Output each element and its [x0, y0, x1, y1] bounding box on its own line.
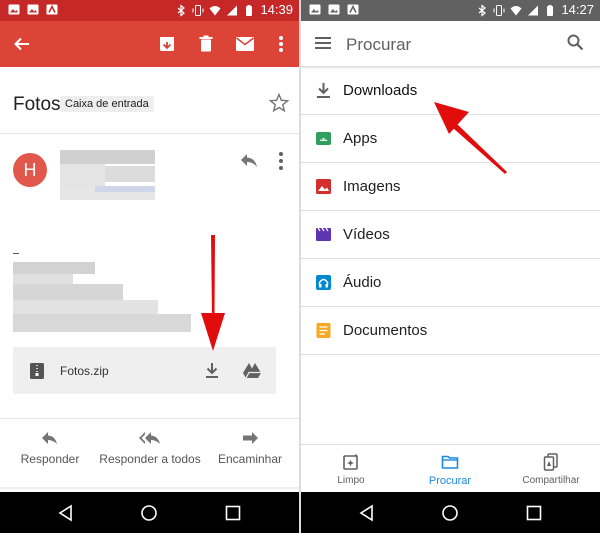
status-bar: 14:27: [301, 0, 600, 21]
files-toolbar: Procurar: [301, 21, 600, 67]
email-subject: Fotos: [13, 94, 61, 115]
gmail-toolbar: [0, 21, 299, 67]
flag-icon: [46, 4, 58, 15]
archive-icon[interactable]: [155, 32, 179, 56]
folder-icon: [441, 455, 459, 469]
reply-all-button[interactable]: Responder a todos: [97, 430, 203, 466]
list-item-label: Documentos: [343, 322, 428, 339]
home-nav-icon[interactable]: [441, 504, 459, 522]
image-icon: [309, 4, 321, 15]
list-item-images[interactable]: Imagens: [301, 163, 600, 211]
gmail-screen: 14:39 Fotos Caixa de entrada H Fotos.zip…: [0, 0, 299, 533]
status-bar: 14:39: [0, 0, 299, 21]
attachment-name: Fotos.zip: [60, 364, 109, 378]
tab-clean[interactable]: Limpo: [325, 453, 377, 486]
divider: [0, 418, 299, 419]
home-nav-icon[interactable]: [140, 504, 158, 522]
navigation-bar: [0, 492, 299, 533]
files-screen: 14:27 Procurar Downloads Apps Imagens Ví…: [301, 0, 600, 533]
star-icon[interactable]: [269, 93, 289, 113]
wifi-icon: [209, 5, 221, 15]
forward-label: Encaminhar: [217, 452, 283, 466]
battery-icon: [547, 4, 554, 16]
reply-all-label: Responder a todos: [99, 452, 201, 466]
clean-icon: [343, 453, 358, 470]
trash-icon[interactable]: [194, 32, 218, 56]
list-item-audio[interactable]: Áudio: [301, 259, 600, 307]
tab-label: Limpo: [337, 475, 365, 486]
recents-nav-icon[interactable]: [525, 504, 543, 522]
list-item-label: Áudio: [343, 274, 382, 291]
bluetooth-icon: [178, 3, 186, 17]
list-item-label: Downloads: [343, 82, 418, 99]
android-icon: [316, 132, 331, 145]
download-icon[interactable]: [205, 362, 219, 379]
avatar[interactable]: H: [13, 153, 47, 187]
list-item-apps[interactable]: Apps: [301, 115, 600, 163]
tab-share[interactable]: Compartilhar: [516, 453, 586, 486]
category-list: Downloads Apps Imagens Vídeos Áudio Docu…: [301, 67, 600, 355]
signal-icon: [528, 5, 539, 15]
back-nav-icon[interactable]: [57, 504, 75, 522]
list-item-documents[interactable]: Documentos: [301, 307, 600, 355]
document-icon: [316, 323, 331, 338]
forward-icon: [243, 432, 258, 444]
vibrate-icon: [493, 4, 505, 16]
share-icon: [543, 453, 558, 471]
zip-file-icon: [30, 363, 44, 379]
battery-icon: [246, 4, 253, 16]
video-icon: [316, 227, 331, 241]
annotation-arrow-down: [201, 235, 225, 351]
divider: [0, 487, 299, 489]
wifi-icon: [510, 5, 522, 15]
back-nav-icon[interactable]: [358, 504, 376, 522]
reply-button[interactable]: Responder: [13, 430, 87, 466]
recents-nav-icon[interactable]: [224, 504, 242, 522]
list-item-downloads[interactable]: Downloads: [301, 67, 600, 115]
reply-icon: [42, 432, 57, 444]
page-title: Procurar: [346, 35, 412, 54]
download-icon: [317, 83, 330, 98]
audio-icon: [316, 275, 331, 290]
tab-label: Compartilhar: [522, 475, 580, 486]
status-time: 14:27: [561, 2, 594, 17]
status-time: 14:39: [260, 2, 293, 17]
signature-separator: [13, 253, 19, 254]
arrow-left-icon[interactable]: [10, 32, 34, 56]
tab-browse[interactable]: Procurar: [420, 453, 480, 487]
image-icon: [328, 4, 340, 15]
reply-all-icon: [139, 432, 160, 444]
navigation-bar: [301, 492, 600, 533]
reply-label: Responder: [20, 452, 80, 466]
attachment-card[interactable]: Fotos.zip: [13, 347, 276, 394]
vibrate-icon: [192, 4, 204, 16]
mail-icon[interactable]: [233, 32, 257, 56]
more-vert-icon[interactable]: [269, 32, 293, 56]
divider: [0, 133, 299, 134]
reply-icon[interactable]: [238, 150, 260, 170]
drive-icon[interactable]: [243, 362, 261, 378]
more-vert-icon[interactable]: [276, 150, 286, 172]
list-item-label: Vídeos: [343, 226, 390, 243]
flag-icon: [347, 4, 359, 15]
list-item-videos[interactable]: Vídeos: [301, 211, 600, 259]
forward-button[interactable]: Encaminhar: [213, 430, 287, 466]
bluetooth-icon: [479, 3, 487, 17]
image-icon: [27, 4, 39, 15]
list-item-label: Imagens: [343, 178, 401, 195]
search-icon[interactable]: [567, 34, 584, 51]
bottom-navigation: Limpo Procurar Compartilhar: [301, 444, 600, 492]
image-icon: [316, 179, 331, 194]
image-icon: [8, 4, 20, 15]
signal-icon: [227, 5, 238, 15]
inbox-label[interactable]: Caixa de entrada: [60, 96, 154, 112]
list-item-label: Apps: [343, 130, 378, 147]
tab-label: Procurar: [428, 475, 472, 487]
menu-icon[interactable]: [315, 36, 331, 50]
